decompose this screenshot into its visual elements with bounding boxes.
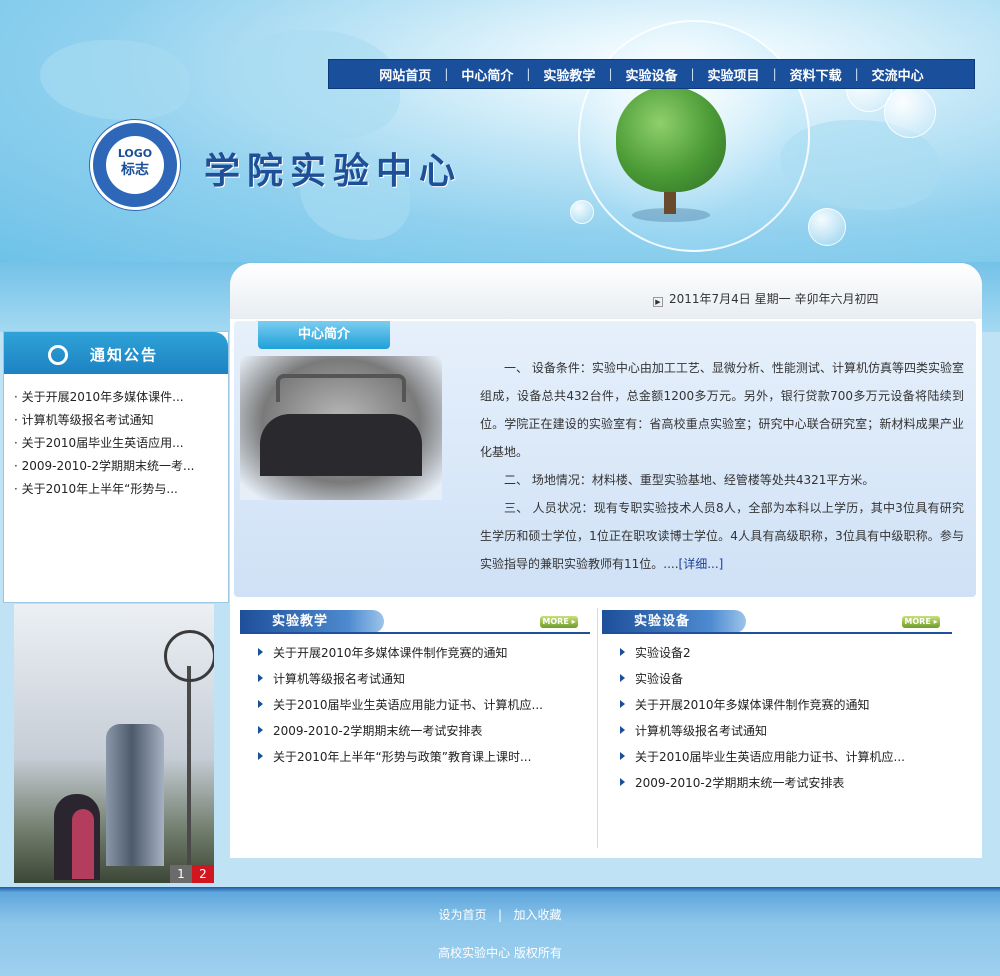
triangle-icon: [620, 700, 625, 708]
logo-text: LOGO: [117, 147, 153, 160]
list-item[interactable]: 2009-2010-2学期期末统一考试安排表: [620, 770, 905, 796]
triangle-icon: [620, 778, 625, 786]
site-title: 学院实验中心: [204, 150, 463, 192]
header-banner: 网站首页 | 中心简介 | 实验教学 | 实验设备 | 实验项目 | 资料下载 | 交流中心…: [0, 0, 1000, 262]
arrow-right-icon: ▶: [653, 297, 663, 307]
intro-photo: [240, 356, 442, 500]
list-item[interactable]: 关于开展2010年多媒体课件制作竞赛的通知: [258, 640, 543, 666]
list-item[interactable]: 计算机等级报名考试通知: [620, 718, 905, 744]
nav-downloads[interactable]: 资料下载: [777, 65, 855, 84]
list-item[interactable]: 关于2010届毕业生英语应用能力证书、计算机应...: [258, 692, 543, 718]
footer-separator: |: [497, 908, 503, 922]
equipment-title: 实验设备: [602, 610, 746, 633]
triangle-icon: [258, 648, 263, 656]
notice-list: · 关于开展2010年多媒体课件... · 计算机等级报名考试通知 · 关于20…: [4, 374, 228, 501]
nav-projects[interactable]: 实验项目: [695, 65, 773, 84]
nav-center-intro[interactable]: 中心简介: [448, 65, 526, 84]
triangle-icon: [620, 648, 625, 656]
list-item[interactable]: 关于开展2010年多媒体课件制作竞赛的通知: [620, 692, 905, 718]
intro-paragraph: 三、 人员状况：现有专职实验技术人员8人，全部为本科以上学历，其中3位具有研究生…: [480, 501, 964, 571]
intro-paragraph: 一、 设备条件：实验中心由加工工艺、显微分析、性能测试、计算机仿真等四类实验室组…: [480, 361, 964, 459]
center-intro-panel: 中心简介 一、 设备条件：实验中心由加工工艺、显微分析、性能测试、计算机仿真等四…: [234, 321, 976, 597]
logo-subtext: 标志: [121, 162, 149, 178]
equipment-list: 实验设备2 实验设备 关于开展2010年多媒体课件制作竞赛的通知 计算机等级报名…: [620, 640, 905, 796]
notice-header: 通知公告: [4, 332, 228, 374]
main-nav: 网站首页 | 中心简介 | 实验教学 | 实验设备 | 实验项目 | 资料下载 | 交流中心: [328, 59, 975, 89]
nav-home[interactable]: 网站首页: [366, 65, 444, 84]
list-item[interactable]: 关于2010年上半年“形势与政策”教育课上课时...: [258, 744, 543, 770]
slide-page-1[interactable]: 1: [170, 865, 192, 883]
equipment-section: 实验设备 MORE ▸ 实验设备2 实验设备 关于开展2010年多媒体课件制作竞…: [602, 610, 952, 855]
triangle-icon: [258, 674, 263, 682]
date-bar: ▶ 2011年7月4日 星期一 辛卯年六月初四: [230, 263, 982, 319]
slideshow-photo[interactable]: 1 2: [14, 604, 214, 883]
footer-links: 设为首页 | 加入收藏: [0, 906, 1000, 923]
notice-item[interactable]: · 关于2010届毕业生英语应用...: [14, 432, 228, 455]
list-item[interactable]: 关于2010届毕业生英语应用能力证书、计算机应...: [620, 744, 905, 770]
nav-equipment[interactable]: 实验设备: [612, 65, 690, 84]
triangle-icon: [620, 726, 625, 734]
equipment-more-button[interactable]: MORE ▸: [902, 616, 940, 628]
teaching-more-button[interactable]: MORE ▸: [540, 616, 578, 628]
triangle-icon: [620, 752, 625, 760]
set-homepage-link[interactable]: 设为首页: [439, 908, 487, 922]
main-content: ▶ 2011年7月4日 星期一 辛卯年六月初四 中心简介 一、 设备条件：实验中心…: [230, 263, 982, 858]
site-logo[interactable]: LOGO 标志: [90, 120, 180, 210]
notice-panel: 通知公告 · 关于开展2010年多媒体课件... · 计算机等级报名考试通知 ·…: [3, 331, 229, 603]
list-item[interactable]: 2009-2010-2学期期末统一考试安排表: [258, 718, 543, 744]
detail-link[interactable]: [详细...]: [679, 557, 724, 571]
notice-item[interactable]: · 计算机等级报名考试通知: [14, 409, 228, 432]
circle-icon: [48, 345, 68, 365]
footer: 设为首页 | 加入收藏 高校实验中心 版权所有: [0, 887, 1000, 976]
teaching-list: 关于开展2010年多媒体课件制作竞赛的通知 计算机等级报名考试通知 关于2010…: [258, 640, 543, 770]
add-favorite-link[interactable]: 加入收藏: [513, 908, 561, 922]
intro-text: 一、 设备条件：实验中心由加工工艺、显微分析、性能测试、计算机仿真等四类实验室组…: [480, 354, 964, 578]
tree-graphic: [612, 86, 728, 226]
notice-item[interactable]: · 2009-2010-2学期期末统一考...: [14, 455, 228, 478]
notice-title: 通知公告: [90, 346, 159, 364]
slideshow-pager: 1 2: [170, 865, 214, 883]
copyright: 高校实验中心 版权所有: [438, 946, 562, 960]
nav-teaching[interactable]: 实验教学: [530, 65, 608, 84]
date-line: ▶ 2011年7月4日 星期一 辛卯年六月初四: [653, 290, 878, 307]
list-item[interactable]: 实验设备: [620, 666, 905, 692]
notice-item[interactable]: · 关于2010年上半年“形势与...: [14, 478, 228, 501]
list-item[interactable]: 实验设备2: [620, 640, 905, 666]
triangle-icon: [620, 674, 625, 682]
slide-page-2[interactable]: 2: [192, 865, 214, 883]
teaching-title: 实验教学: [240, 610, 384, 633]
intro-tab: 中心简介: [258, 321, 390, 349]
list-item[interactable]: 计算机等级报名考试通知: [258, 666, 543, 692]
intro-paragraph: 二、 场地情况：材料楼、重型实验基地、经管楼等处共4321平方米。: [504, 473, 875, 487]
teaching-section: 实验教学 MORE ▸ 关于开展2010年多媒体课件制作竞赛的通知 计算机等级报…: [240, 610, 590, 855]
triangle-icon: [258, 726, 263, 734]
notice-item[interactable]: · 关于开展2010年多媒体课件...: [14, 386, 228, 409]
section-divider: [597, 608, 598, 848]
triangle-icon: [258, 700, 263, 708]
triangle-icon: [258, 752, 263, 760]
nav-exchange[interactable]: 交流中心: [859, 65, 937, 84]
